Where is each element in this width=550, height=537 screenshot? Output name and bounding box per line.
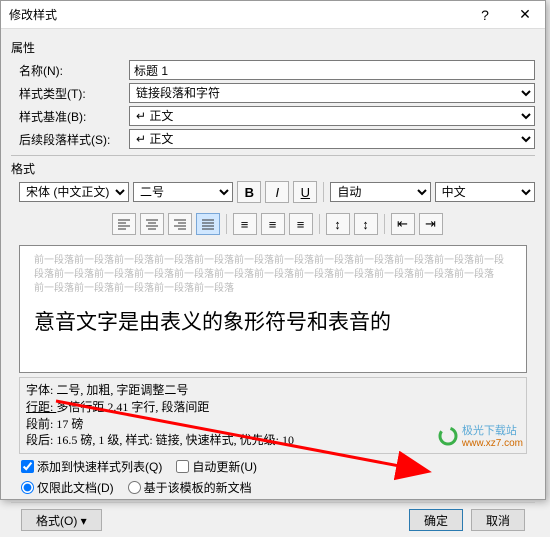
desc-line-4: 段后: 16.5 磅, 1 级, 样式: 链接, 快速样式, 优先级: 10	[26, 432, 520, 449]
type-select[interactable]: 链接段落和字符	[129, 83, 535, 103]
linespace-1p5-button[interactable]: ≡	[261, 213, 285, 235]
indent-dec-button[interactable]: ⇤	[391, 213, 415, 235]
space-before-dec-button[interactable]: ↕	[354, 213, 378, 235]
preview-context-before-2: 段落前一段落前一段落前一段落前一段落前一段落前一段落前一段落前一段落前一段落前一…	[34, 268, 512, 282]
font-family-select[interactable]: 宋体 (中文正文)	[19, 182, 129, 202]
type-label: 样式类型(T):	[19, 85, 129, 102]
font-size-select[interactable]: 二号	[133, 182, 233, 202]
font-color-select[interactable]: 自动	[330, 182, 430, 202]
align-justify-button[interactable]	[196, 213, 220, 235]
desc-line-1: 字体: 二号, 加粗, 字距调整二号	[26, 382, 520, 399]
auto-update-checkbox[interactable]: 自动更新(U)	[176, 458, 257, 475]
align-center-button[interactable]	[140, 213, 164, 235]
help-button[interactable]: ?	[465, 1, 505, 29]
align-left-button[interactable]	[112, 213, 136, 235]
base-select[interactable]: ↵ 正文	[129, 106, 535, 126]
preview-box: 前一段落前一段落前一段落前一段落前一段落前一段落前一段落前一段落前一段落前一段落…	[19, 245, 527, 373]
desc-line-3: 段前: 17 磅	[26, 416, 520, 433]
format-section-label: 格式	[11, 160, 535, 177]
indent-inc-button[interactable]: ⇥	[419, 213, 443, 235]
bold-button[interactable]: B	[237, 181, 261, 203]
linespace-2-button[interactable]: ≡	[289, 213, 313, 235]
style-description: 字体: 二号, 加粗, 字距调整二号 行距: 多倍行距 2.41 字行, 段落间…	[19, 377, 527, 454]
close-button[interactable]: ✕	[505, 1, 545, 29]
format-menu-button[interactable]: 格式(O) ▾	[21, 509, 102, 531]
italic-button[interactable]: I	[265, 181, 289, 203]
follow-select[interactable]: ↵ 正文	[129, 129, 535, 149]
new-documents-radio[interactable]: 基于该模板的新文档	[128, 479, 252, 496]
preview-context-before-3: 前一段落前一段落前一段落前一段落前一段落	[34, 282, 512, 296]
ok-button[interactable]: 确定	[409, 509, 463, 531]
preview-context-before-1: 前一段落前一段落前一段落前一段落前一段落前一段落前一段落前一段落前一段落前一段落…	[34, 254, 512, 268]
cancel-button[interactable]: 取消	[471, 509, 525, 531]
align-right-button[interactable]	[168, 213, 192, 235]
preview-sample-text: 意音文字是由表义的象形符号和表音的	[34, 306, 512, 336]
base-label: 样式基准(B):	[19, 108, 129, 125]
underline-button[interactable]: U	[293, 181, 317, 203]
properties-section-label: 属性	[11, 39, 535, 56]
follow-label: 后续段落样式(S):	[19, 131, 129, 148]
this-document-radio[interactable]: 仅限此文档(D)	[21, 479, 114, 496]
desc-line-2: 行距: 多倍行距 2.41 字行, 段落间距	[26, 399, 520, 416]
titlebar: 修改样式 ? ✕	[1, 1, 545, 29]
name-input[interactable]	[129, 60, 535, 80]
dialog-title: 修改样式	[9, 6, 57, 23]
add-to-quick-styles-checkbox[interactable]: 添加到快速样式列表(Q)	[21, 458, 162, 475]
name-label: 名称(N):	[19, 62, 129, 79]
lang-select[interactable]: 中文	[435, 182, 535, 202]
linespace-1-button[interactable]: ≡	[233, 213, 257, 235]
space-before-inc-button[interactable]: ↕	[326, 213, 350, 235]
